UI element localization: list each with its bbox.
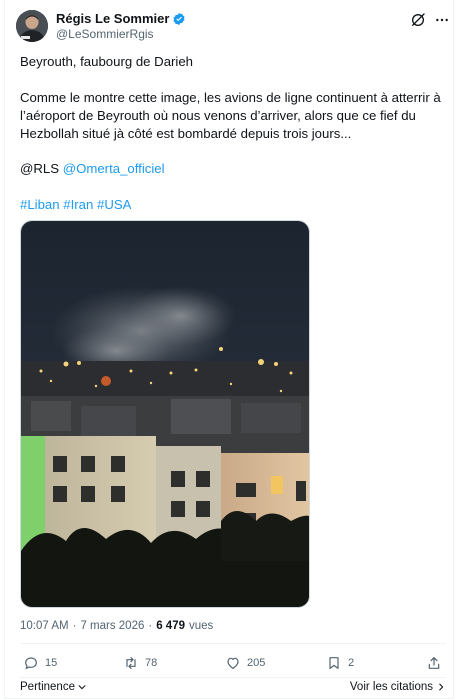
tweet-meta: 10:07 AM · 7 mars 2026 · 6 479 vues: [20, 620, 213, 632]
bookmark-count: 2: [348, 657, 355, 669]
divider: [20, 643, 446, 644]
bookmark-button[interactable]: 2: [326, 655, 354, 671]
meta-separator: ·: [72, 620, 77, 632]
night-city-photo: [21, 221, 309, 607]
hashtag-iran[interactable]: #Iran: [63, 197, 93, 212]
retweet-button[interactable]: 78: [123, 655, 157, 671]
tweet-time[interactable]: 10:07 AM: [20, 620, 69, 632]
tweet-text-paragraph: Comme le montre cette image, les avions …: [20, 90, 441, 141]
tweet-actions: 15 78 205 2: [20, 655, 446, 675]
tweet-signature: @RLS @Omerta_officiel: [20, 160, 445, 178]
signature-prefix: @RLS: [20, 161, 63, 176]
tweet-date[interactable]: 7 mars 2026: [80, 620, 144, 632]
heart-icon: [227, 657, 239, 669]
tweet-photo[interactable]: [20, 220, 310, 608]
relevance-dropdown[interactable]: Pertinence: [20, 681, 87, 693]
reply-icon: [25, 657, 37, 670]
share-button[interactable]: [426, 655, 442, 671]
reply-button[interactable]: 15: [23, 655, 57, 671]
hashtag-row: #Liban #Iran #USA: [20, 196, 445, 214]
like-button[interactable]: 205: [225, 655, 265, 671]
more-options-icon[interactable]: [434, 12, 450, 28]
author-handle[interactable]: @LeSommierRgis: [56, 27, 154, 41]
grok-icon[interactable]: [410, 12, 426, 28]
views-label: vues: [189, 620, 214, 632]
share-icon: [428, 657, 440, 669]
avatar[interactable]: [16, 10, 48, 42]
bookmark-icon: [329, 657, 339, 669]
retweet-icon: [126, 657, 136, 669]
view-quotes-link[interactable]: Voir les citations: [350, 681, 446, 693]
tweet-header: Régis Le Sommier @LeSommierRgis: [16, 10, 448, 44]
chevron-down-icon: [78, 685, 86, 690]
view-quotes-label: Voir les citations: [349, 681, 433, 693]
hashtag-liban[interactable]: #Liban: [20, 197, 60, 212]
tweet-footer: Pertinence Voir les citations: [20, 681, 446, 695]
verified-badge-icon: [173, 12, 185, 25]
hashtag-usa[interactable]: #USA: [97, 197, 131, 212]
meta-separator: ·: [148, 620, 153, 632]
author-display-name[interactable]: Régis Le Sommier: [56, 11, 169, 26]
chevron-right-icon: [439, 683, 444, 691]
reply-count: 15: [45, 657, 58, 669]
tweet-text-line1: Beyrouth, faubourg de Darieh: [20, 54, 194, 69]
like-count: 205: [247, 657, 266, 669]
views-count: 6 479: [156, 620, 185, 632]
divider: [20, 677, 446, 678]
mention-link[interactable]: @Omerta_officiel: [63, 161, 165, 176]
author-name-row[interactable]: Régis Le Sommier: [56, 11, 186, 26]
retweet-count: 78: [145, 657, 158, 669]
relevance-label: Pertinence: [20, 681, 75, 693]
